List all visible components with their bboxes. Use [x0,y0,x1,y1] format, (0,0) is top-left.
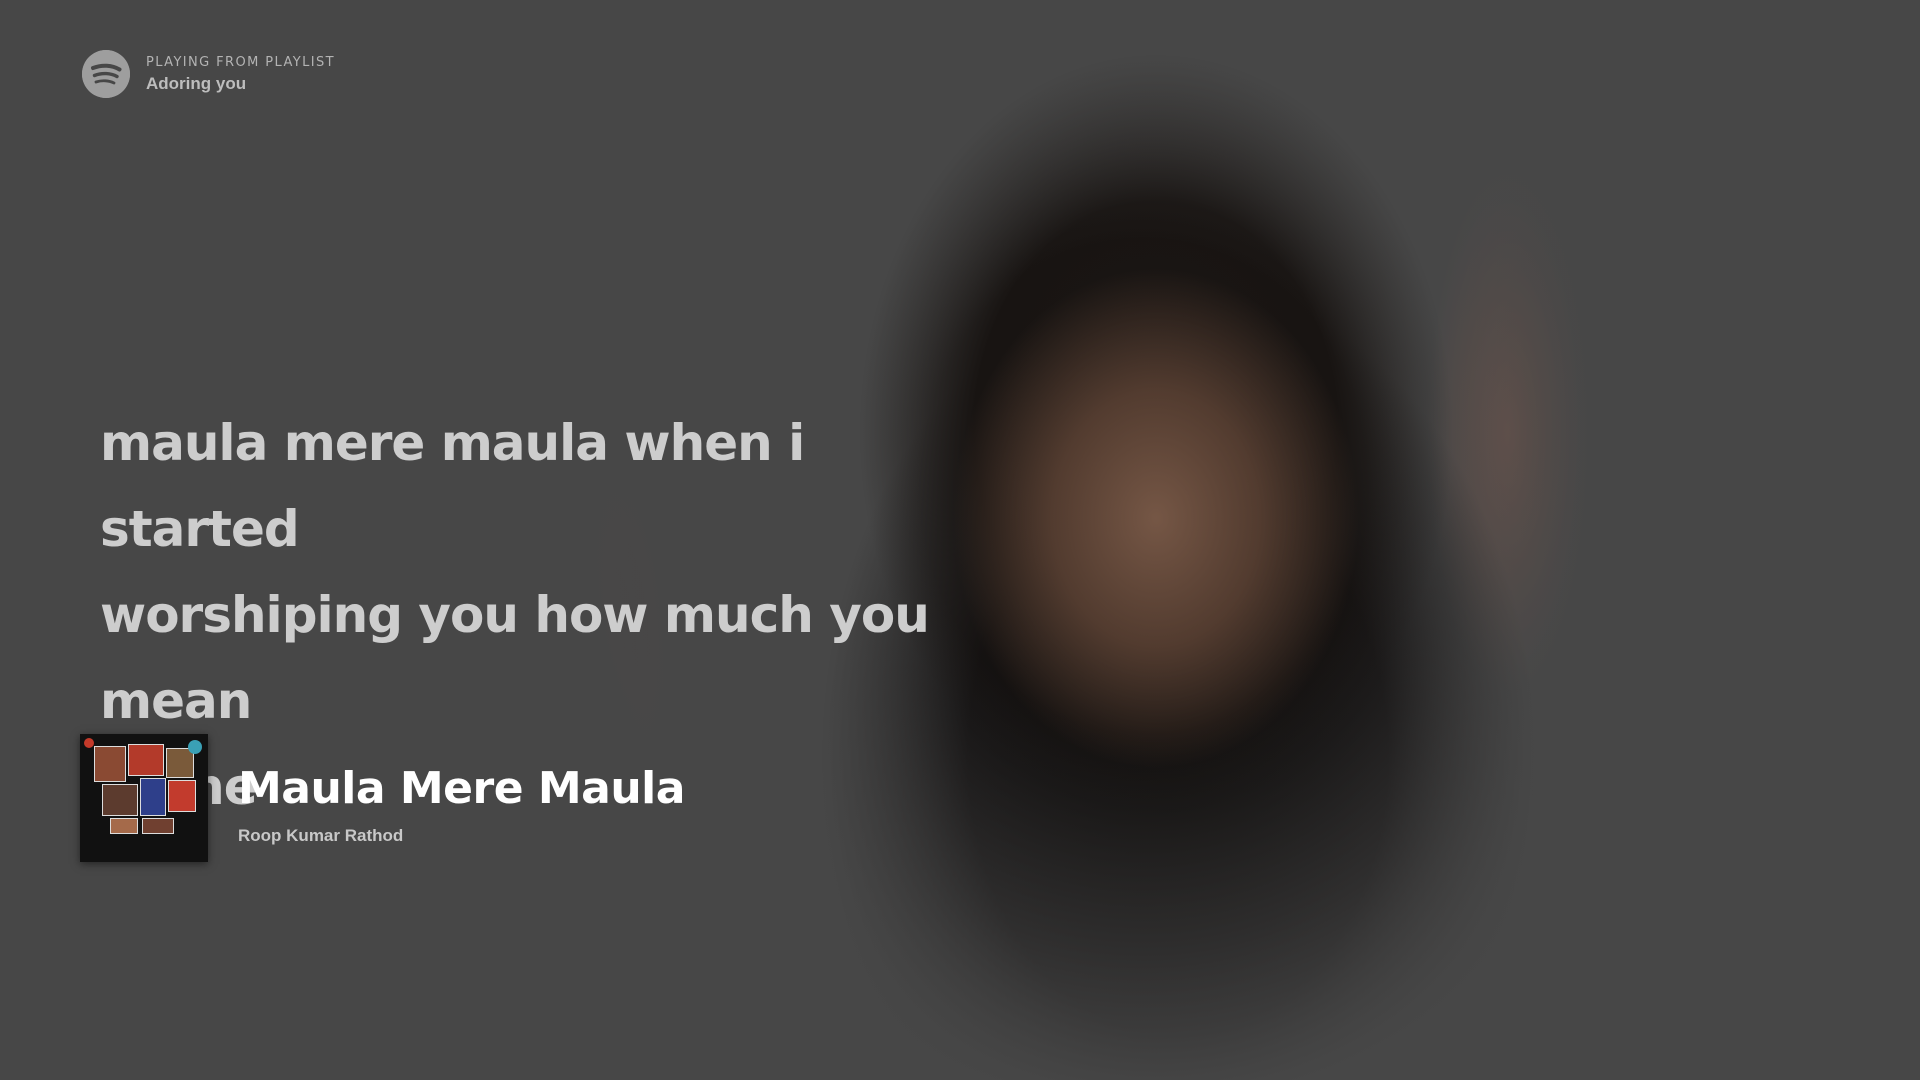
context-label: PLAYING FROM PLAYLIST [146,54,335,70]
track-text: Maula Mere Maula Roop Kumar Rathod [238,763,685,846]
track-artist[interactable]: Roop Kumar Rathod [238,826,685,846]
context-text: PLAYING FROM PLAYLIST Adoring you [146,55,335,94]
playing-context: PLAYING FROM PLAYLIST Adoring you [82,50,335,98]
lyric-line: worshiping you how much you mean [100,586,930,730]
album-cover[interactable] [80,734,208,862]
playlist-name[interactable]: Adoring you [146,74,335,94]
spotify-icon[interactable] [82,50,130,98]
track-info: Maula Mere Maula Roop Kumar Rathod [80,734,685,862]
now-playing-screen: PLAYING FROM PLAYLIST Adoring you maula … [0,0,1920,1080]
lyric-line: maula mere maula when i started [100,414,805,558]
track-title[interactable]: Maula Mere Maula [238,763,685,814]
